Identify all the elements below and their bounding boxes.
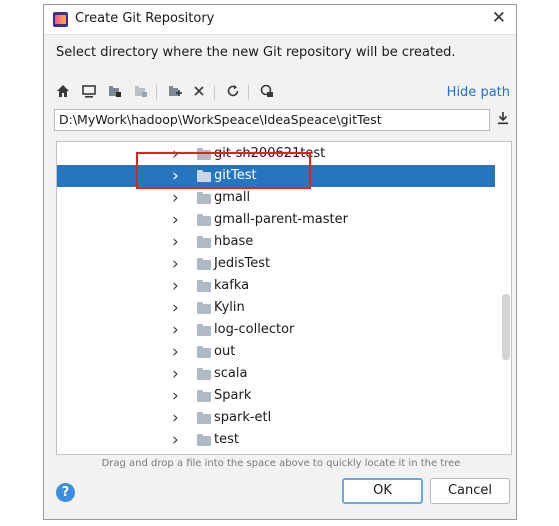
tree-row[interactable]: › gmall-parent-master (57, 209, 495, 231)
tree-row-label: Spark (214, 388, 252, 403)
tree-row[interactable]: › log-collector (57, 319, 495, 341)
new-folder-icon[interactable] (166, 84, 184, 102)
folder-icon (197, 258, 211, 270)
help-button[interactable]: ? (56, 483, 75, 502)
home-icon[interactable] (54, 84, 72, 102)
path-input[interactable]: D:\MyWork\hadoop\WorkSpeace\IdeaSpeace\g… (54, 109, 490, 131)
title-bar: Create Git Repository ✕ (44, 5, 516, 35)
tree-row[interactable]: › Spark (57, 385, 495, 407)
folder-icon (197, 390, 211, 402)
tree-row-label: JedisTest (214, 256, 271, 271)
tree-row[interactable]: › test (57, 429, 495, 451)
folder-icon (197, 412, 211, 424)
download-icon[interactable] (496, 111, 510, 129)
tree-row[interactable]: › spark-etl (57, 407, 495, 429)
chevron-right-icon[interactable]: › (172, 386, 184, 406)
chevron-right-icon[interactable]: › (172, 210, 184, 230)
folder-icon (197, 192, 211, 204)
show-hidden-icon[interactable] (258, 84, 276, 102)
tree-row-label: hbase (214, 234, 254, 249)
chevron-right-icon[interactable]: › (172, 430, 184, 450)
folder-icon (197, 368, 211, 380)
tree-row-label: out (214, 344, 236, 359)
tree-row-label: spark-etl (214, 410, 272, 425)
chevron-right-icon[interactable]: › (172, 254, 184, 274)
hide-path-link[interactable]: Hide path (447, 85, 510, 100)
chevron-right-icon[interactable]: › (172, 144, 184, 164)
tree-row-label: scala (214, 366, 248, 381)
create-git-repository-dialog: Create Git Repository ✕ Select directory… (43, 4, 517, 520)
folder-icon (197, 302, 211, 314)
chevron-right-icon[interactable]: › (172, 298, 184, 318)
tree-row[interactable]: › JedisTest (57, 253, 495, 275)
scrollbar-thumb[interactable] (502, 294, 510, 360)
folder-icon (197, 236, 211, 248)
folder-icon (197, 324, 211, 336)
folder-icon (197, 280, 211, 292)
tree-row-label: git-sh200621test (214, 146, 326, 161)
directory-tree[interactable]: › git-sh200621test › gitTest › gmall › gmall-pa… (56, 141, 512, 455)
folder-icon (197, 434, 211, 446)
toolbar-separator (214, 85, 215, 100)
app-logo-icon (53, 12, 68, 27)
toolbar: Hide path (54, 81, 510, 105)
refresh-icon[interactable] (224, 84, 242, 102)
delete-icon[interactable] (190, 84, 208, 102)
tree-row-label: gitTest (214, 168, 257, 183)
tree-row[interactable]: › gmall (57, 187, 495, 209)
chevron-right-icon[interactable]: › (172, 408, 184, 428)
tree-row[interactable]: › gitTest (57, 165, 495, 187)
tree-row[interactable]: › Kylin (57, 297, 495, 319)
toolbar-separator (156, 85, 157, 100)
dialog-title: Create Git Repository (75, 11, 215, 26)
desktop-icon[interactable] (80, 84, 98, 102)
tree-row[interactable]: › hbase (57, 231, 495, 253)
tree-row[interactable]: › scala (57, 363, 495, 385)
chevron-right-icon[interactable]: › (172, 188, 184, 208)
ok-button[interactable]: OK (342, 478, 423, 504)
tree-row[interactable]: › kafka (57, 275, 495, 297)
tree-row[interactable]: › git-sh200621test (57, 143, 495, 165)
chevron-right-icon[interactable]: › (172, 320, 184, 340)
tree-row-label: kafka (214, 278, 250, 293)
tree-row-label: test (214, 432, 239, 447)
chevron-right-icon[interactable]: › (172, 276, 184, 296)
folder-icon (197, 346, 211, 358)
cancel-button[interactable]: Cancel (430, 478, 510, 504)
project-icon[interactable] (106, 84, 124, 102)
folder-icon (197, 170, 211, 182)
close-button[interactable]: ✕ (492, 8, 506, 28)
chevron-right-icon[interactable]: › (172, 166, 184, 186)
tree-scrollbar[interactable] (501, 142, 511, 454)
tree-row-label: log-collector (214, 322, 295, 337)
dialog-description: Select directory where the new Git repos… (56, 45, 456, 60)
drag-drop-hint: Drag and drop a file into the space abov… (101, 458, 461, 469)
folder-icon (197, 214, 211, 226)
module-icon[interactable] (132, 84, 150, 102)
tree-row-label: Kylin (214, 300, 245, 315)
tree-row-label: gmall (214, 190, 251, 205)
toolbar-separator (248, 85, 249, 100)
chevron-right-icon[interactable]: › (172, 342, 184, 362)
tree-row-label: gmall-parent-master (214, 212, 348, 227)
folder-icon (197, 148, 211, 160)
chevron-right-icon[interactable]: › (172, 364, 184, 384)
tree-row[interactable]: › out (57, 341, 495, 363)
chevron-right-icon[interactable]: › (172, 232, 184, 252)
